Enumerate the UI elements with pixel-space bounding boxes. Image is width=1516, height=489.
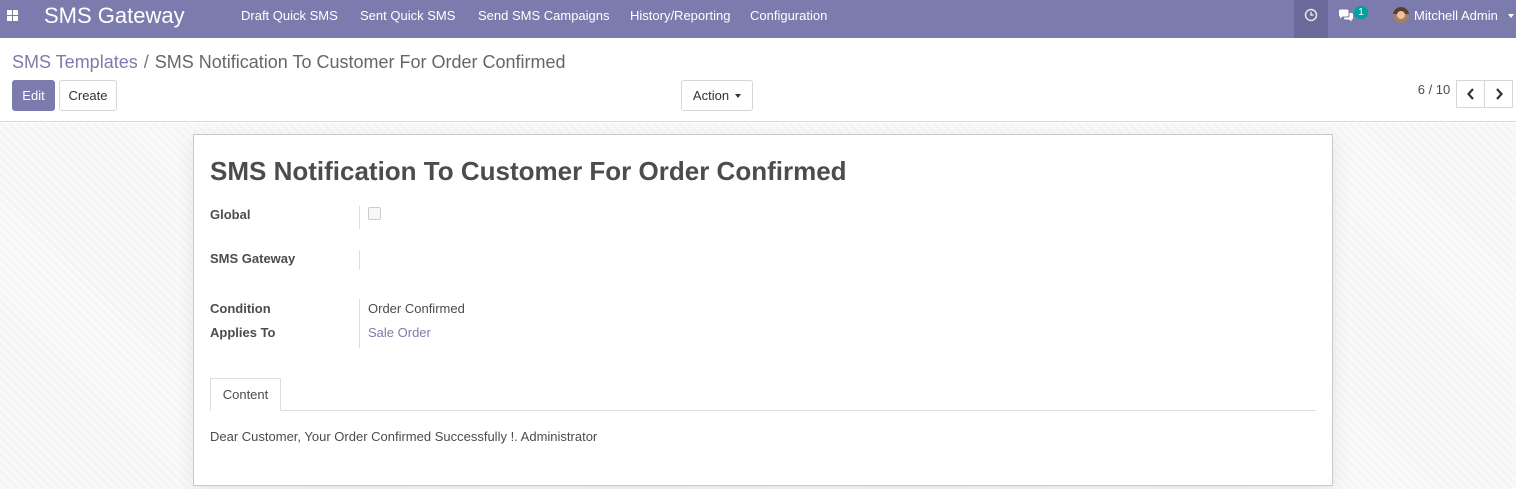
chevron-right-icon xyxy=(1496,88,1503,100)
breadcrumb-current: SMS Notification To Customer For Order C… xyxy=(154,52,566,72)
messaging-chat-icon[interactable]: 1 xyxy=(1338,6,1372,28)
menu-draft-quick-sms[interactable]: Draft Quick SMS xyxy=(241,0,338,32)
condition-label: Condition xyxy=(210,301,271,316)
edit-button[interactable]: Edit xyxy=(12,80,55,111)
user-avatar xyxy=(1393,7,1409,23)
form-sheet: SMS Notification To Customer For Order C… xyxy=(193,134,1333,486)
activity-clock-icon[interactable] xyxy=(1294,0,1328,38)
sms-content-text: Dear Customer, Your Order Confirmed Succ… xyxy=(210,429,598,444)
top-navbar: SMS Gateway Draft Quick SMS Sent Quick S… xyxy=(0,0,1516,38)
form-view-background: SMS Notification To Customer For Order C… xyxy=(0,123,1516,489)
pager-previous-button[interactable] xyxy=(1456,80,1485,108)
breadcrumb: SMS Templates / SMS Notification To Custom… xyxy=(12,51,566,73)
create-button[interactable]: Create xyxy=(59,80,117,111)
sms-gateway-label: SMS Gateway xyxy=(210,251,296,266)
app-brand[interactable]: SMS Gateway xyxy=(44,3,185,29)
field-divider xyxy=(359,250,360,270)
message-count-badge: 1 xyxy=(1354,6,1368,19)
breadcrumb-sms-templates[interactable]: SMS Templates xyxy=(12,52,138,72)
menu-configuration[interactable]: Configuration xyxy=(750,0,827,32)
condition-value: Order Confirmed xyxy=(368,301,465,316)
global-checkbox[interactable] xyxy=(368,207,381,220)
tab-bar xyxy=(210,410,1316,411)
field-divider xyxy=(359,206,360,229)
tab-content[interactable]: Content xyxy=(210,378,281,411)
menu-send-sms-campaigns[interactable]: Send SMS Campaigns xyxy=(478,0,610,32)
chevron-down-icon xyxy=(1508,14,1514,18)
control-panel: SMS Templates / SMS Notification To Custom… xyxy=(0,38,1516,122)
global-label: Global xyxy=(210,207,251,222)
breadcrumb-separator: / xyxy=(143,52,149,72)
action-dropdown-button[interactable]: Action xyxy=(681,80,753,111)
record-title: SMS Notification To Customer For Order C… xyxy=(210,156,847,186)
applies-to-link[interactable]: Sale Order xyxy=(368,324,431,342)
action-label: Action xyxy=(692,88,730,103)
pager-next-button[interactable] xyxy=(1484,80,1513,108)
caret-down-icon xyxy=(735,93,742,98)
pager-value[interactable]: 6 / 10 xyxy=(1410,82,1458,97)
field-divider xyxy=(359,299,360,348)
user-name: Mitchell Admin xyxy=(1414,8,1498,23)
menu-sent-quick-sms[interactable]: Sent Quick SMS xyxy=(360,0,455,32)
apps-menu-icon[interactable] xyxy=(0,0,26,32)
applies-to-label: Applies To xyxy=(210,325,276,340)
chevron-left-icon xyxy=(1467,88,1474,100)
menu-history-reporting[interactable]: History/Reporting xyxy=(630,0,730,32)
